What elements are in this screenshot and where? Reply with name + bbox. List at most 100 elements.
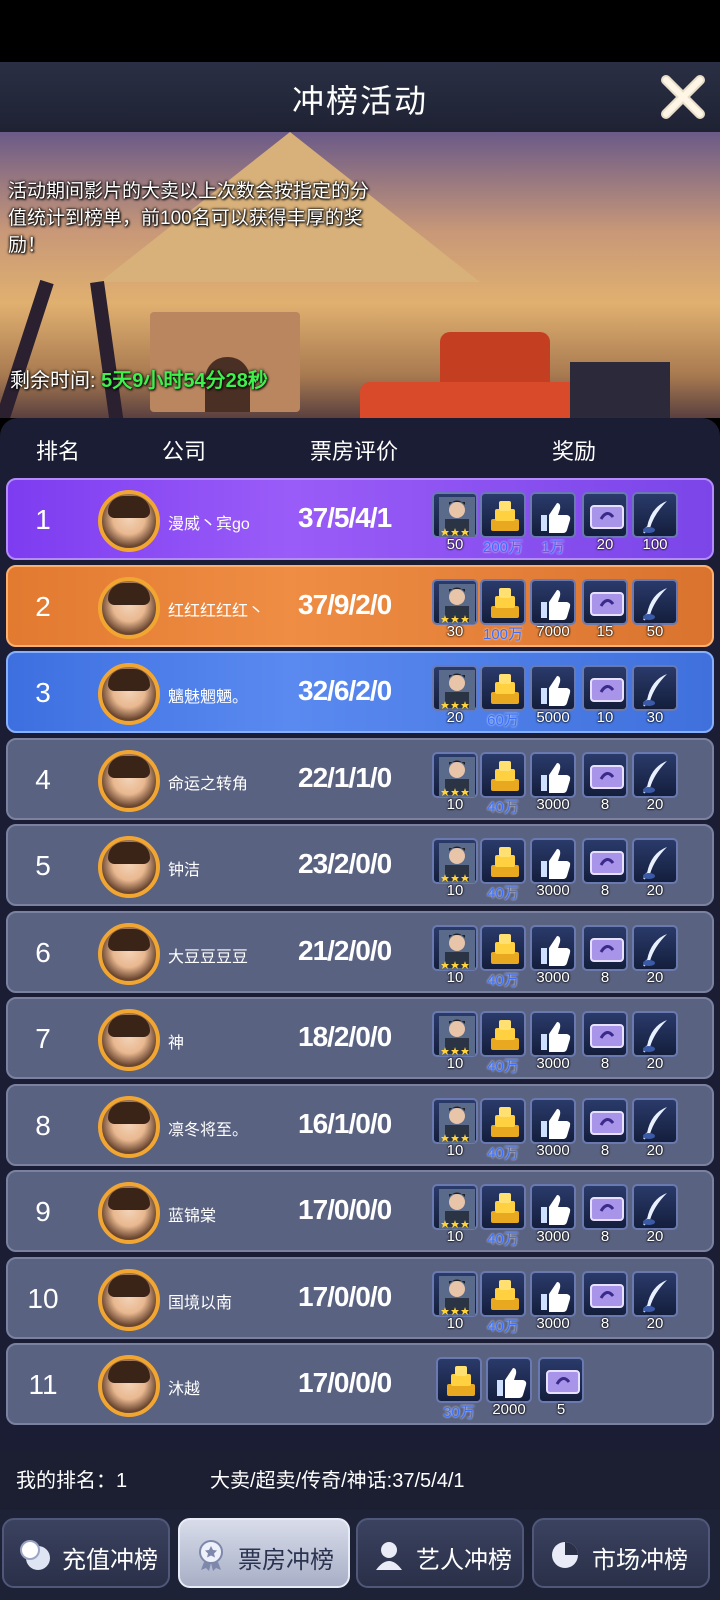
reward-item[interactable]: 40万 xyxy=(480,751,526,816)
reward-item[interactable]: 20 xyxy=(632,751,678,813)
reward-item[interactable]: 15 xyxy=(582,578,628,640)
leaderboard-row[interactable]: 5 钟洁 23/2/0/0 10 40万 3000 8 20 xyxy=(6,824,714,906)
reward-item[interactable]: 3000 xyxy=(530,1011,576,1072)
reward-item[interactable]: 50 xyxy=(632,578,678,640)
avatar[interactable] xyxy=(98,663,160,725)
reward-item[interactable]: 20 xyxy=(632,1270,678,1332)
company-name: 大豆豆豆豆 xyxy=(168,948,249,966)
reward-quantity: 50 xyxy=(646,622,664,640)
company-name: 凛冬将至。 xyxy=(168,1121,249,1139)
reward-item[interactable]: 200万 xyxy=(480,492,526,556)
avatar[interactable] xyxy=(98,1355,160,1417)
reward-item[interactable]: 1万 xyxy=(530,492,576,556)
reward-quantity: 10 xyxy=(446,1055,464,1072)
reward-item[interactable]: 20 xyxy=(632,1011,678,1072)
reward-item[interactable]: 5000 xyxy=(530,665,576,726)
avatar[interactable] xyxy=(98,1095,160,1158)
reward-item[interactable]: 3000 xyxy=(530,1270,576,1332)
reward-item[interactable]: 20 xyxy=(432,665,478,726)
avatar[interactable] xyxy=(98,1009,160,1071)
reward-item[interactable]: 30万 xyxy=(436,1357,482,1421)
leaderboard-row[interactable]: 1 漫威丶宾go 37/5/4/1 50 200万 1万 20 100 xyxy=(6,478,714,560)
reward-quantity: 30 xyxy=(646,709,664,726)
reward-item[interactable]: 10 xyxy=(432,924,478,986)
close-button[interactable] xyxy=(658,72,708,122)
leaderboard-row[interactable]: 10 国境以南 17/0/0/0 10 40万 3000 8 20 xyxy=(6,1256,714,1339)
reward-item[interactable]: 8 xyxy=(582,838,628,899)
reward-item[interactable]: 20 xyxy=(632,838,678,899)
tab-label: 充值冲榜 xyxy=(62,1547,158,1574)
avatar[interactable] xyxy=(98,1182,160,1244)
reward-item[interactable]: 8 xyxy=(582,1184,628,1245)
countdown: 剩余时间: 5天9小时54分28秒 xyxy=(10,364,268,393)
reward-item[interactable]: 8 xyxy=(582,1097,628,1159)
avatar[interactable] xyxy=(98,576,160,639)
avatar-hair xyxy=(108,1015,150,1037)
tab-market[interactable]: 市场冲榜 xyxy=(532,1518,710,1588)
reward-item[interactable]: 100 xyxy=(632,492,678,553)
avatar[interactable] xyxy=(98,836,160,898)
leaderboard-row[interactable]: 3 魑魅魍魉。 32/6/2/0 20 60万 5000 10 30 xyxy=(6,651,714,733)
reward-item[interactable]: 8 xyxy=(582,1270,628,1332)
reward-item[interactable]: 8 xyxy=(582,751,628,813)
leaderboard-row[interactable]: 11 沐越 17/0/0/0 30万 2000 5 xyxy=(6,1343,714,1425)
reward-item[interactable]: 40万 xyxy=(480,1270,526,1335)
reward-item[interactable]: 50 xyxy=(432,492,478,553)
avatar[interactable] xyxy=(98,749,160,812)
reward-item[interactable]: 10 xyxy=(432,838,478,899)
reward-item[interactable]: 8 xyxy=(582,1011,628,1072)
reward-item[interactable]: 30 xyxy=(432,578,478,640)
reward-item[interactable]: 10 xyxy=(582,665,628,726)
avatar[interactable] xyxy=(98,922,160,985)
reward-item[interactable]: 8 xyxy=(582,924,628,986)
reward-item[interactable]: 3000 xyxy=(530,751,576,813)
reward-quantity: 8 xyxy=(600,1055,610,1072)
company-name: 钟洁 xyxy=(168,862,201,879)
reward-item[interactable]: 5 xyxy=(538,1357,584,1418)
reward-item[interactable]: 40万 xyxy=(480,1184,526,1248)
reward-quantity: 10 xyxy=(446,795,464,813)
reward-item[interactable]: 40万 xyxy=(480,924,526,989)
reward-item[interactable]: 10 xyxy=(432,1270,478,1332)
reward-item[interactable]: 20 xyxy=(582,492,628,553)
reward-item[interactable]: 100万 xyxy=(480,578,526,643)
reward-item[interactable]: 40万 xyxy=(480,1011,526,1075)
reward-item[interactable]: 40万 xyxy=(480,1097,526,1162)
reward-item[interactable]: 2000 xyxy=(486,1357,532,1418)
column-score: 票房评价 xyxy=(310,439,399,464)
reward-item[interactable]: 30 xyxy=(632,665,678,726)
leaderboard-row[interactable]: 7 神 18/2/0/0 10 40万 3000 8 20 xyxy=(6,997,714,1079)
reward-item[interactable]: 20 xyxy=(632,1097,678,1159)
reward-quantity: 40万 xyxy=(487,1231,519,1248)
reward-item[interactable]: 10 xyxy=(432,751,478,813)
reward-item[interactable]: 3000 xyxy=(530,924,576,986)
box-office-score: 17/0/0/0 xyxy=(298,1280,392,1312)
reward-item[interactable]: 10 xyxy=(432,1011,478,1072)
reward-item[interactable]: 3000 xyxy=(530,1097,576,1159)
reward-item[interactable]: 3000 xyxy=(530,1184,576,1245)
reward-item[interactable]: 20 xyxy=(632,1184,678,1245)
leaderboard-row[interactable]: 4 命运之转角 22/1/1/0 10 40万 3000 8 20 xyxy=(6,737,714,820)
reward-item[interactable]: 10 xyxy=(432,1097,478,1159)
leaderboard-row[interactable]: 8 凛冬将至。 16/1/0/0 10 40万 3000 8 20 xyxy=(6,1083,714,1166)
rank-number: 10 xyxy=(27,1282,59,1314)
reward-item[interactable]: 40万 xyxy=(480,838,526,902)
leaderboard-row[interactable]: 6 大豆豆豆豆 21/2/0/0 10 40万 3000 8 20 xyxy=(6,910,714,993)
reward-item[interactable]: 10 xyxy=(432,1184,478,1245)
rank-number: 5 xyxy=(35,850,51,881)
reward-item[interactable]: 3000 xyxy=(530,838,576,899)
leaderboard-row[interactable]: 2 红红红红红丶 37/9/2/0 30 100万 7000 15 50 xyxy=(6,564,714,647)
tab-label: 市场冲榜 xyxy=(592,1547,688,1574)
tab-artist[interactable]: 艺人冲榜 xyxy=(356,1518,524,1588)
avatar[interactable] xyxy=(98,1268,160,1331)
reward-item[interactable]: 7000 xyxy=(530,578,576,640)
avatar[interactable] xyxy=(98,490,160,552)
leaderboard-row[interactable]: 9 蓝锦棠 17/0/0/0 10 40万 3000 8 20 xyxy=(6,1170,714,1252)
reward-item[interactable]: 20 xyxy=(632,924,678,986)
reward-item[interactable]: 60万 xyxy=(480,665,526,729)
box-office-score: 17/0/0/0 xyxy=(298,1367,392,1398)
rank-number: 1 xyxy=(35,504,51,535)
tab-box-office[interactable]: 票房冲榜 xyxy=(178,1518,350,1588)
box-office-score: 17/0/0/0 xyxy=(298,1194,392,1225)
tab-recharge[interactable]: 充值冲榜 xyxy=(2,1518,170,1588)
